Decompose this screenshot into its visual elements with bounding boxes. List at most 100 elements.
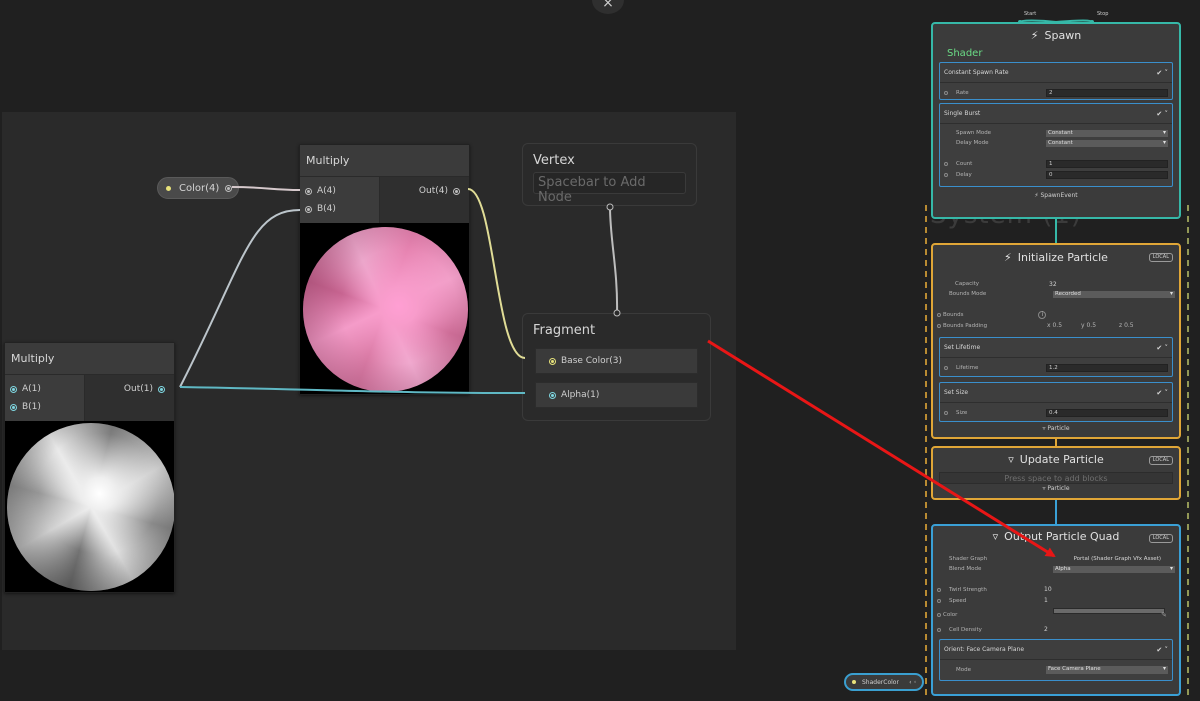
input-port-icon[interactable]: [10, 385, 17, 393]
initialize-context[interactable]: ⚡ Initialize Particle LOCAL Capacity 32 Bou…: [931, 243, 1181, 439]
row-label: Capacity: [955, 281, 980, 287]
update-context[interactable]: ▿ Update Particle LOCAL Press space to add…: [931, 446, 1181, 500]
block-toggle-icon[interactable]: ✔ ˅: [1156, 344, 1168, 352]
block-toggle-icon[interactable]: ✔ ˅: [1156, 646, 1168, 654]
fragment-stack[interactable]: Fragment Base Color(3) Alpha(1): [522, 313, 711, 421]
bounds-padding-x[interactable]: x 0.5: [1047, 322, 1081, 329]
input-port-icon[interactable]: [944, 410, 948, 415]
cell-density-value[interactable]: 2: [1044, 626, 1048, 633]
output-context[interactable]: ▿ Output Particle Quad LOCAL Shader Graph P…: [931, 524, 1181, 696]
input-port-icon[interactable]: [549, 391, 556, 399]
axis-label: x: [1047, 322, 1051, 329]
spawn-context[interactable]: ⚡ Spawn Shader Constant Spawn Rate ✔ ˅ Rat…: [931, 22, 1181, 219]
row-label: Bounds: [943, 311, 964, 318]
output-port-icon[interactable]: [158, 385, 165, 393]
input-port-icon[interactable]: [944, 90, 948, 95]
axis-label: y: [1081, 322, 1085, 329]
port-b[interactable]: B(4): [300, 200, 379, 218]
blend-mode-dropdown[interactable]: Alpha: [1053, 565, 1175, 573]
lifetime-field[interactable]: 1.2: [1046, 363, 1168, 372]
input-port-icon[interactable]: [937, 312, 941, 317]
input-port-icon[interactable]: [10, 403, 17, 411]
input-port-icon[interactable]: [305, 205, 312, 213]
capacity-value[interactable]: 32: [1049, 281, 1057, 288]
block-toggle-icon[interactable]: ✔ ˅: [1156, 389, 1168, 397]
node-preview: [5, 421, 174, 592]
rate-field[interactable]: 2: [1046, 88, 1168, 97]
input-port-icon[interactable]: [549, 357, 556, 365]
delay-field[interactable]: 0: [1046, 170, 1168, 179]
local-badge[interactable]: LOCAL: [1148, 456, 1173, 465]
block-orient[interactable]: Orient: Face Camera Plane ✔ ˅ Mode Face Ca…: [939, 639, 1173, 681]
port-b[interactable]: B(1): [5, 398, 84, 416]
row-blend-mode: Blend Mode Alpha: [933, 564, 1179, 574]
bounds-padding-y[interactable]: y 0.5: [1081, 322, 1119, 329]
block-toggle-icon[interactable]: ✔ ˅: [1156, 69, 1168, 77]
size-field[interactable]: 0.4: [1046, 408, 1168, 417]
count-field[interactable]: 1: [1046, 159, 1168, 168]
bounds-mode-dropdown[interactable]: Recorded: [1053, 290, 1175, 298]
block-toggle-icon[interactable]: ✔ ˅: [1156, 110, 1168, 118]
spawn-mode-dropdown[interactable]: Constant: [1046, 129, 1168, 137]
property-port-icon[interactable]: ‹ ◦: [909, 679, 917, 686]
port-label: Out(4): [418, 186, 448, 196]
node-ports: A(1) B(1) Out(1): [5, 375, 174, 421]
port-out[interactable]: Out(1): [85, 380, 174, 398]
block-set-size[interactable]: Set Size ✔ ˅ Size 0.4: [939, 382, 1173, 422]
eyedropper-icon[interactable]: ✎: [1161, 611, 1167, 619]
input-port-icon[interactable]: [944, 172, 948, 177]
input-port-icon[interactable]: [305, 187, 312, 195]
block-title: Single Burst: [944, 110, 981, 117]
flow-icon: ▿: [1008, 453, 1014, 466]
input-port-icon[interactable]: [937, 613, 941, 617]
shader-color-property[interactable]: ShaderColor ‹ ◦: [844, 673, 924, 691]
port-a[interactable]: A(1): [5, 380, 84, 398]
input-port-icon[interactable]: [944, 161, 948, 166]
context-title: ⚡ Initialize Particle LOCAL: [933, 245, 1179, 271]
row-spawn-mode: Spawn Mode Constant: [940, 128, 1172, 138]
block-label: Base Color(3): [561, 356, 623, 366]
row-label: Delay Mode: [956, 140, 989, 146]
add-blocks-placeholder[interactable]: Press space to add blocks: [939, 472, 1173, 484]
port-out[interactable]: Out(4): [380, 182, 469, 200]
color-swatch[interactable]: [1053, 608, 1165, 614]
local-badge[interactable]: LOCAL: [1148, 253, 1173, 262]
base-color-block[interactable]: Base Color(3): [535, 348, 698, 374]
delay-mode-dropdown[interactable]: Constant: [1046, 139, 1168, 147]
color-property-node[interactable]: Color(4): [157, 177, 239, 199]
row-label: Blend Mode: [949, 566, 982, 572]
input-port-icon[interactable]: [937, 627, 941, 632]
row-delay: Delay 0: [940, 169, 1172, 180]
input-port-icon[interactable]: [944, 365, 948, 370]
block-header: Set Lifetime ✔ ˅: [940, 338, 1172, 358]
vertex-stack[interactable]: Vertex Spacebar to Add Node: [522, 143, 697, 206]
info-icon: i: [1038, 310, 1047, 319]
speed-value[interactable]: 1: [1044, 597, 1048, 604]
multiply-node-top[interactable]: Multiply A(4) B(4) Out(4): [299, 144, 470, 395]
input-port-icon[interactable]: [937, 323, 941, 328]
multiply-node-left[interactable]: Multiply A(1) B(1) Out(1): [4, 342, 175, 593]
port-a[interactable]: A(4): [300, 182, 379, 200]
block-set-lifetime[interactable]: Set Lifetime ✔ ˅ Lifetime 1.2: [939, 337, 1173, 377]
axis-label: z: [1119, 322, 1123, 329]
add-node-placeholder[interactable]: Spacebar to Add Node: [533, 172, 686, 205]
flow-icon: ▿: [992, 530, 999, 543]
close-icon[interactable]: ×: [592, 0, 624, 14]
node-ports: A(4) B(4) Out(4): [300, 177, 469, 223]
orient-mode-dropdown[interactable]: Face Camera Plane: [1046, 665, 1168, 674]
alpha-block[interactable]: Alpha(1): [535, 382, 698, 408]
twirl-value[interactable]: 10: [1044, 586, 1052, 593]
footer-text: SpawnEvent: [1040, 192, 1078, 199]
bounds-padding-z[interactable]: z 0.5: [1119, 322, 1134, 329]
block-constant-spawn-rate[interactable]: Constant Spawn Rate ✔ ˅ Rate 2: [939, 62, 1173, 100]
input-port-icon[interactable]: [937, 598, 941, 603]
block-single-burst[interactable]: Single Burst ✔ ˅ Spawn Mode Constant Delay…: [939, 103, 1173, 187]
output-port-icon[interactable]: [453, 187, 460, 195]
output-port-icon[interactable]: [225, 184, 233, 192]
row-speed: Speed 1: [933, 595, 1179, 606]
node-preview: [300, 223, 469, 394]
input-port-icon[interactable]: [937, 587, 941, 592]
row-label: Bounds Padding: [943, 322, 988, 329]
shader-graph-asset-field[interactable]: Portal (Shader Graph Vfx Asset): [1074, 556, 1161, 562]
local-badge[interactable]: LOCAL: [1148, 534, 1173, 543]
